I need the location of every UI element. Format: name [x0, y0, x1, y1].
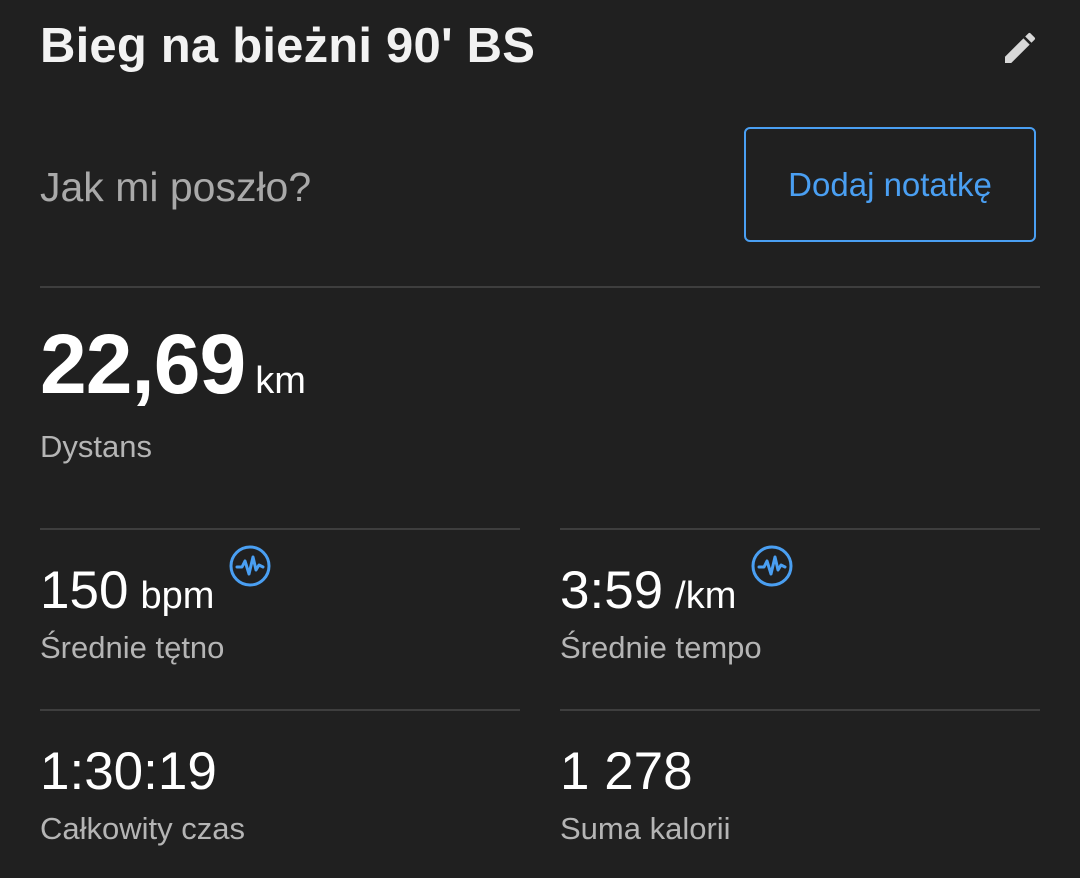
avg-hr-number: 150: [40, 561, 129, 620]
pencil-icon: [1005, 32, 1036, 63]
distance-value: 22,69 km: [40, 322, 306, 406]
total-calories-label: Suma kalorii: [560, 811, 731, 846]
add-note-button[interactable]: Dodaj notatkę: [744, 127, 1036, 242]
add-note-label: Dodaj notatkę: [788, 165, 992, 203]
distance-unit: km: [255, 360, 306, 402]
divider: [40, 709, 520, 711]
avg-pace-label: Średnie tempo: [560, 630, 762, 665]
activity-title: Bieg na bieżni 90' BS: [40, 19, 536, 73]
avg-hr-unit: bpm: [140, 575, 215, 617]
edit-title-button[interactable]: [1000, 28, 1040, 68]
heart-rate-sensor-icon[interactable]: [750, 544, 794, 588]
divider: [560, 709, 1040, 711]
heart-rate-sensor-icon[interactable]: [228, 544, 272, 588]
notes-prompt: Jak mi poszło?: [40, 164, 312, 210]
distance-label: Dystans: [40, 429, 152, 464]
avg-pace-value: 3:59 /km: [560, 545, 794, 620]
total-time-number: 1:30:19: [40, 742, 217, 801]
avg-pace-number: 3:59: [560, 561, 664, 620]
avg-hr-value: 150 bpm: [40, 545, 272, 620]
total-time-label: Całkowity czas: [40, 811, 245, 846]
divider: [40, 286, 1040, 288]
avg-pace-unit: /km: [675, 575, 737, 617]
total-calories-value: 1 278: [560, 745, 693, 798]
divider: [560, 528, 1040, 530]
total-time-value: 1:30:19: [40, 745, 217, 798]
total-calories-number: 1 278: [560, 742, 693, 801]
avg-hr-label: Średnie tętno: [40, 630, 225, 665]
distance-number: 22,69: [40, 317, 246, 411]
divider: [40, 528, 520, 530]
